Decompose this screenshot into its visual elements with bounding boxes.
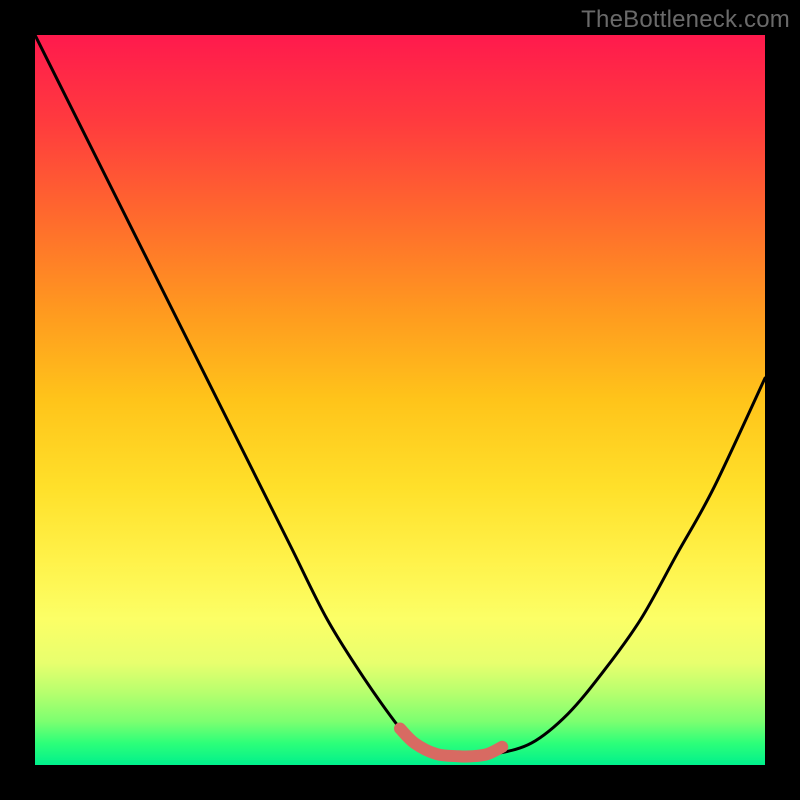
bottom-highlight-line [400, 729, 502, 757]
plot-area [35, 35, 765, 765]
curve-svg [35, 35, 765, 765]
main-curve-line [35, 35, 765, 756]
chart-frame: TheBottleneck.com [0, 0, 800, 800]
watermark-text: TheBottleneck.com [581, 6, 790, 34]
